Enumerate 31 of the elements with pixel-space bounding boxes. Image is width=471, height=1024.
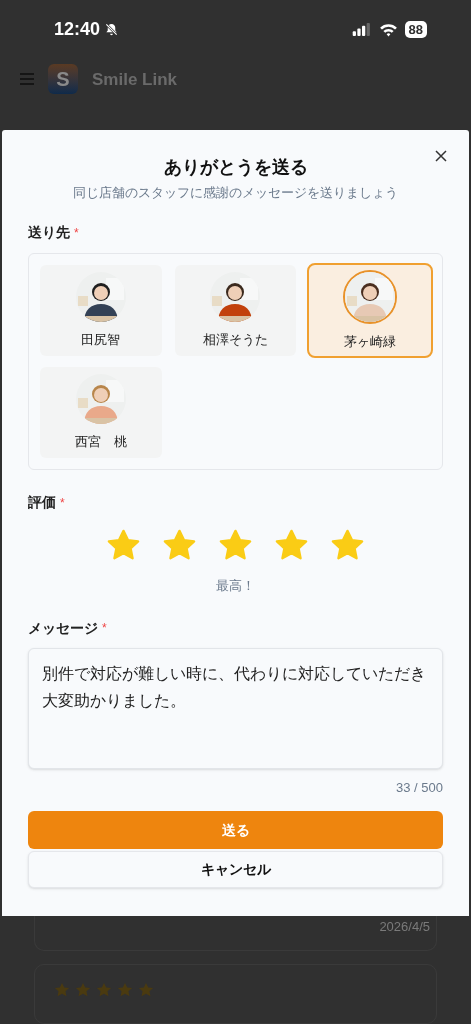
- star-icon: [116, 981, 134, 999]
- cancel-button[interactable]: キャンセル: [28, 851, 443, 888]
- menu-icon[interactable]: [20, 73, 34, 86]
- muted-bell-icon: [104, 22, 120, 38]
- review-date: 2026/4/5: [379, 918, 430, 936]
- battery-indicator: 88: [404, 21, 427, 39]
- star-icon: [137, 981, 155, 999]
- recipient-label: 送り先: [28, 223, 70, 242]
- rating-caption: 最高！: [215, 577, 256, 595]
- status-time: 12:40: [54, 18, 101, 42]
- app-name: Smile Link: [92, 68, 178, 91]
- signal-icon: [351, 23, 372, 37]
- recipient-card[interactable]: 茅ヶ崎緑: [307, 263, 433, 358]
- message-field[interactable]: 別件で対応が難しい時に、代わりに対応していただき大変助かりました。: [28, 647, 443, 769]
- required-mark: *: [74, 224, 79, 242]
- star-icon: [53, 981, 71, 999]
- character-count: 33 / 500: [396, 778, 443, 797]
- app-logo: S: [48, 64, 78, 95]
- dialog-title: ありがとうを送る: [163, 155, 308, 179]
- recipient-card[interactable]: 田尻智: [40, 265, 162, 356]
- required-mark: *: [60, 494, 65, 512]
- rating-label: 評価: [28, 493, 56, 512]
- recipient-card[interactable]: 相澤そうた: [174, 265, 297, 356]
- required-mark: *: [102, 620, 107, 637]
- star-icon: [95, 981, 113, 999]
- message-label: メッセージ: [28, 618, 98, 638]
- dialog-subtitle: 同じ店舗のスタッフに感謝のメッセージを送りましょう: [72, 183, 399, 202]
- recipient-card[interactable]: 西宮 桃: [40, 367, 162, 458]
- star-icon: [74, 981, 92, 999]
- wifi-icon: [378, 22, 398, 37]
- close-icon: [435, 149, 447, 162]
